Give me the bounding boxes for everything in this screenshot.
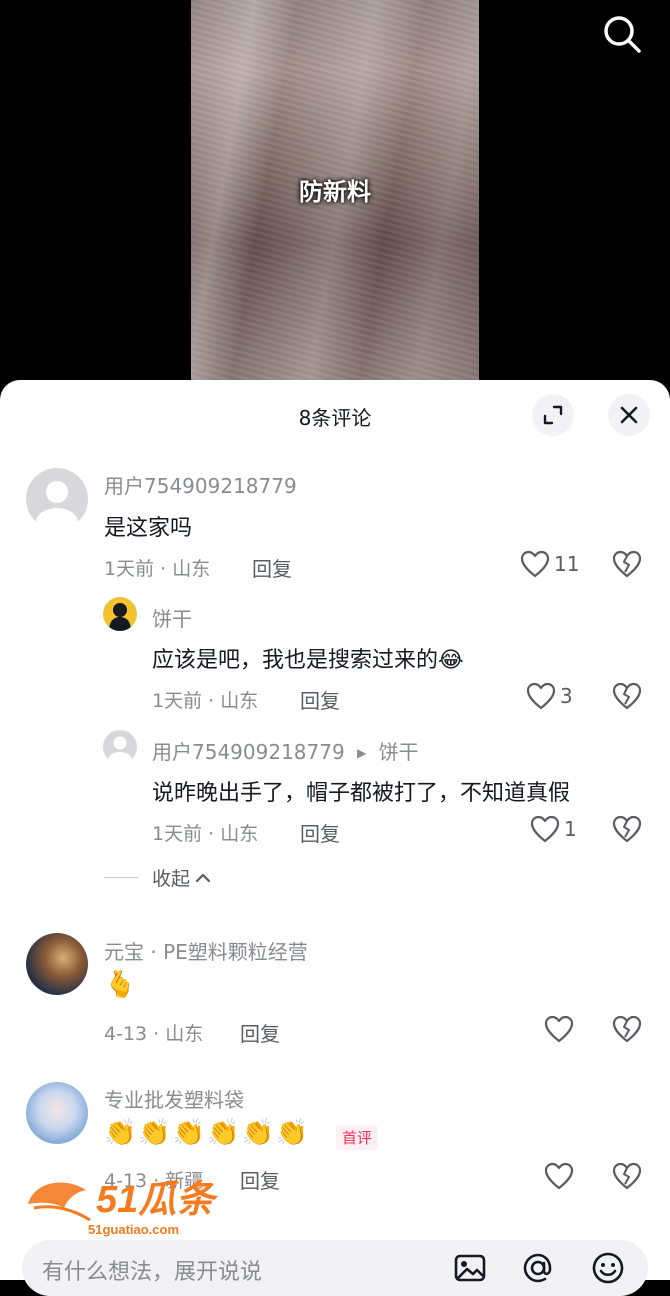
reply-username[interactable]: 饼干 <box>152 603 192 632</box>
close-button[interactable] <box>608 394 650 436</box>
reply-username: 用户754909218779 ▶ 饼干 <box>152 740 419 764</box>
comment-text: 🫰 <box>104 970 137 1000</box>
like-button[interactable]: 3 <box>526 682 573 710</box>
like-count: 1 <box>564 817 577 841</box>
like-button[interactable] <box>544 1162 574 1190</box>
at-icon <box>523 1253 552 1283</box>
silhouette-avatar-icon <box>109 603 131 631</box>
broken-heart-icon <box>612 1162 642 1190</box>
dislike-button[interactable] <box>612 682 642 714</box>
reply-target[interactable]: 饼干 <box>379 740 419 764</box>
comment-text: 👏👏👏👏👏👏 <box>104 1118 311 1148</box>
reply-button[interactable]: 回复 <box>252 553 292 582</box>
expand-icon <box>543 405 563 425</box>
mention-button[interactable] <box>520 1250 556 1286</box>
reply-arrow-icon: ▶ <box>357 746 367 760</box>
expand-button[interactable] <box>532 394 574 436</box>
like-button[interactable]: 11 <box>520 550 579 578</box>
comment-input[interactable]: 有什么想法，展开说说 <box>22 1240 648 1296</box>
reply-text: 说昨晚出手了，帽子都被打了，不知道真假 <box>152 781 571 806</box>
broken-heart-icon <box>612 815 642 843</box>
heart-icon <box>544 1162 574 1190</box>
image-button[interactable] <box>452 1250 488 1286</box>
chevron-up-icon <box>195 873 211 882</box>
watermark-logo: 51瓜条 51guatiao.com <box>28 1179 218 1237</box>
laugh-emoji: 😂 <box>438 648 464 673</box>
comment-meta: 1天前 · 山东 <box>104 558 211 580</box>
dislike-button[interactable] <box>612 550 642 582</box>
site-watermark: 51瓜条 51guatiao.com <box>24 1168 234 1238</box>
default-avatar-icon <box>108 736 132 764</box>
collapse-replies-button[interactable]: 收起 <box>104 864 212 891</box>
broken-heart-icon <box>612 550 642 578</box>
svg-text:51瓜条: 51瓜条 <box>96 1179 218 1221</box>
comment-text: 是这家吗 <box>104 516 193 541</box>
avatar[interactable] <box>26 1082 88 1144</box>
search-button[interactable] <box>600 12 644 56</box>
emoji-button[interactable] <box>590 1250 626 1286</box>
comment-username[interactable]: 元宝 · PE塑料颗粒经营 <box>104 936 308 965</box>
comment-username[interactable]: 专业批发塑料袋 <box>104 1084 244 1113</box>
first-comment-badge: 首评 <box>336 1125 379 1150</box>
comment-input-placeholder: 有什么想法，展开说说 <box>42 1260 263 1285</box>
broken-heart-icon <box>612 1015 642 1043</box>
reply-button[interactable]: 回复 <box>240 1018 280 1047</box>
like-button[interactable]: 1 <box>530 815 577 843</box>
heart-icon <box>530 815 560 843</box>
reply-text: 应该是吧，我也是搜索过来的😂 <box>152 648 464 673</box>
emoji-icon <box>592 1252 624 1284</box>
heart-icon <box>526 682 556 710</box>
comment-meta: 4-13 · 山东 <box>104 1023 204 1045</box>
dislike-button[interactable] <box>612 1162 642 1194</box>
reply-button[interactable]: 回复 <box>240 1165 280 1194</box>
broken-heart-icon <box>612 682 642 710</box>
avatar[interactable] <box>26 468 88 530</box>
svg-text:51guatiao.com: 51guatiao.com <box>88 1222 179 1237</box>
divider <box>104 877 138 878</box>
like-count: 11 <box>554 552 580 576</box>
reply-button[interactable]: 回复 <box>300 818 340 847</box>
image-icon <box>454 1254 486 1282</box>
close-icon <box>620 406 638 424</box>
like-button[interactable] <box>544 1015 574 1043</box>
comment-username[interactable]: 用户754909218779 <box>104 470 297 499</box>
collapse-label: 收起 <box>152 868 191 890</box>
search-icon <box>604 16 641 53</box>
video-player[interactable]: 防新料 <box>0 0 670 400</box>
comments-panel: 8条评论 用户754909218779 是这家吗 1天前 · 山东 回复 11 <box>0 380 670 1280</box>
avatar[interactable] <box>103 597 137 631</box>
default-avatar-icon <box>36 481 78 530</box>
heart-icon <box>544 1015 574 1043</box>
reply-button[interactable]: 回复 <box>300 685 340 714</box>
heart-icon <box>520 550 550 578</box>
reply-meta: 1天前 · 山东 <box>152 690 259 712</box>
dislike-button[interactable] <box>612 1015 642 1047</box>
dislike-button[interactable] <box>612 815 642 847</box>
video-caption: 防新料 <box>299 178 371 206</box>
video-frame: 防新料 <box>191 0 479 390</box>
like-count: 3 <box>560 684 573 708</box>
avatar[interactable] <box>26 933 88 995</box>
avatar[interactable] <box>103 730 137 764</box>
reply-meta: 1天前 · 山东 <box>152 823 259 845</box>
